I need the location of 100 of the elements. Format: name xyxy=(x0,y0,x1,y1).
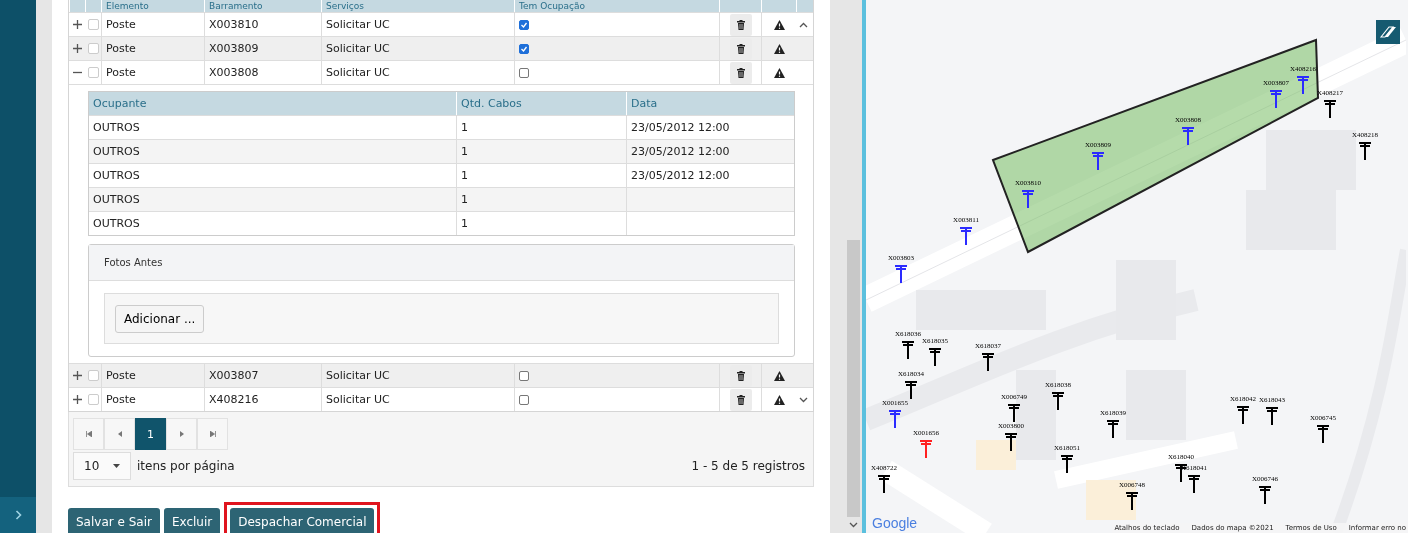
chevron-right-icon xyxy=(14,510,22,520)
occupation-checkbox[interactable] xyxy=(519,370,529,381)
row-checkbox[interactable] xyxy=(87,67,99,78)
table-cell: Poste xyxy=(106,18,136,31)
pole-icon[interactable] xyxy=(1358,140,1372,160)
pole-icon[interactable] xyxy=(1007,402,1021,422)
table-cell: Solicitar UC xyxy=(326,66,390,79)
table-cell: Solicitar UC xyxy=(326,369,390,382)
table-cell: Solicitar UC xyxy=(326,18,390,31)
pole-icon[interactable] xyxy=(877,473,891,493)
table-cell: Solicitar UC xyxy=(326,393,390,406)
table-cell: OUTROS xyxy=(89,211,456,235)
expand-icon[interactable] xyxy=(72,44,82,53)
delete-button[interactable] xyxy=(729,13,752,36)
occupation-checkbox[interactable] xyxy=(519,43,529,54)
trash-icon xyxy=(736,43,745,54)
column-header[interactable]: Barramento xyxy=(204,0,321,12)
table-cell: Poste xyxy=(106,369,136,382)
warning-icon[interactable] xyxy=(773,370,785,381)
pole-icon[interactable] xyxy=(1258,484,1272,504)
table-cell: Poste xyxy=(106,66,136,79)
column-header[interactable]: Serviços xyxy=(321,0,514,12)
first-page-button[interactable] xyxy=(73,418,104,450)
table-cell: X408216 xyxy=(209,393,259,406)
warning-icon[interactable] xyxy=(773,19,785,30)
pole-icon[interactable] xyxy=(928,346,942,366)
scroll-down-icon[interactable] xyxy=(849,522,858,528)
last-page-button[interactable] xyxy=(197,418,228,450)
trash-icon xyxy=(736,394,745,405)
delete-button[interactable] xyxy=(729,388,752,411)
section-title: Fotos Antes xyxy=(104,257,163,268)
caret-icon xyxy=(113,464,120,468)
occupation-checkbox[interactable] xyxy=(519,67,529,78)
scroll-up-icon[interactable] xyxy=(799,21,808,28)
eraser-button[interactable] xyxy=(1376,20,1400,44)
table-cell: X003809 xyxy=(209,42,259,55)
column-header[interactable]: Ocupante xyxy=(89,92,456,115)
warning-icon[interactable] xyxy=(773,67,785,78)
trash-icon xyxy=(736,19,745,30)
table-cell: Poste xyxy=(106,42,136,55)
column-header[interactable]: Elemento xyxy=(101,0,204,12)
column-header[interactable]: Qtd. Cabos xyxy=(456,92,626,115)
column-header[interactable]: Tem Ocupação xyxy=(514,0,719,12)
pole-icon[interactable] xyxy=(981,351,995,371)
previous-page-icon xyxy=(117,431,122,437)
trash-icon xyxy=(736,67,745,78)
first-page-icon xyxy=(85,431,92,437)
record-count: 1 - 5 de 5 registros xyxy=(691,459,806,473)
delete-button[interactable] xyxy=(729,61,752,84)
action-button[interactable]: Salvar e Sair xyxy=(68,508,160,533)
page-button[interactable]: 1 xyxy=(135,418,166,450)
next-page-icon xyxy=(179,431,184,437)
warning-icon[interactable] xyxy=(773,394,785,405)
action-button[interactable]: Despachar Comercial xyxy=(230,508,375,533)
expand-icon[interactable] xyxy=(72,20,82,29)
pole-icon[interactable] xyxy=(1323,98,1337,118)
table-cell: 1 xyxy=(456,187,626,211)
eraser-icon xyxy=(1380,26,1396,38)
row-checkbox[interactable] xyxy=(87,370,99,381)
table-cell: X003808 xyxy=(209,66,259,79)
add-photo-button[interactable]: Adicionar ... xyxy=(115,304,205,333)
table-cell: X003810 xyxy=(209,18,259,31)
warning-icon[interactable] xyxy=(773,43,785,54)
page-size-label: itens por página xyxy=(137,459,235,473)
scrollbar-thumb[interactable] xyxy=(847,240,860,517)
trash-icon xyxy=(736,370,745,381)
map-logo: Google xyxy=(872,515,918,531)
pole-icon[interactable] xyxy=(959,225,973,245)
column-header[interactable]: Data xyxy=(626,92,794,115)
pole-icon[interactable] xyxy=(1187,473,1201,493)
table-cell: X003807 xyxy=(209,369,259,382)
pole-icon[interactable] xyxy=(904,379,918,399)
row-checkbox[interactable] xyxy=(87,43,99,54)
page-size-select[interactable]: 10 xyxy=(73,452,131,480)
row-checkbox[interactable] xyxy=(87,19,99,30)
table-cell: 23/05/2012 12:00 xyxy=(626,139,794,163)
last-page-icon xyxy=(209,431,216,437)
pole-icon[interactable] xyxy=(1316,423,1330,443)
scroll-down-icon[interactable] xyxy=(799,396,808,403)
table-cell: OUTROS xyxy=(89,187,456,211)
pole-icon[interactable] xyxy=(888,408,902,428)
expand-icon[interactable] xyxy=(72,395,82,404)
pole-icon[interactable] xyxy=(1004,431,1018,451)
pole-icon[interactable] xyxy=(1051,390,1065,410)
action-button[interactable]: Excluir xyxy=(163,508,221,533)
pole-icon[interactable] xyxy=(1125,490,1139,510)
table-cell: OUTROS xyxy=(89,139,456,163)
occupation-checkbox[interactable] xyxy=(519,394,529,405)
table-cell: Solicitar UC xyxy=(326,42,390,55)
pole-icon[interactable] xyxy=(901,339,915,359)
pole-icon[interactable] xyxy=(1265,405,1279,425)
table-cell: 1 xyxy=(456,211,626,235)
table-cell: Poste xyxy=(106,393,136,406)
occupation-checkbox[interactable] xyxy=(519,19,529,30)
pole-icon[interactable] xyxy=(894,263,908,283)
pole-icon[interactable] xyxy=(1106,418,1120,438)
row-checkbox[interactable] xyxy=(87,394,99,405)
pole-icon[interactable] xyxy=(1236,404,1250,424)
expand-icon[interactable] xyxy=(72,371,82,380)
pole-icon[interactable] xyxy=(1060,453,1074,473)
